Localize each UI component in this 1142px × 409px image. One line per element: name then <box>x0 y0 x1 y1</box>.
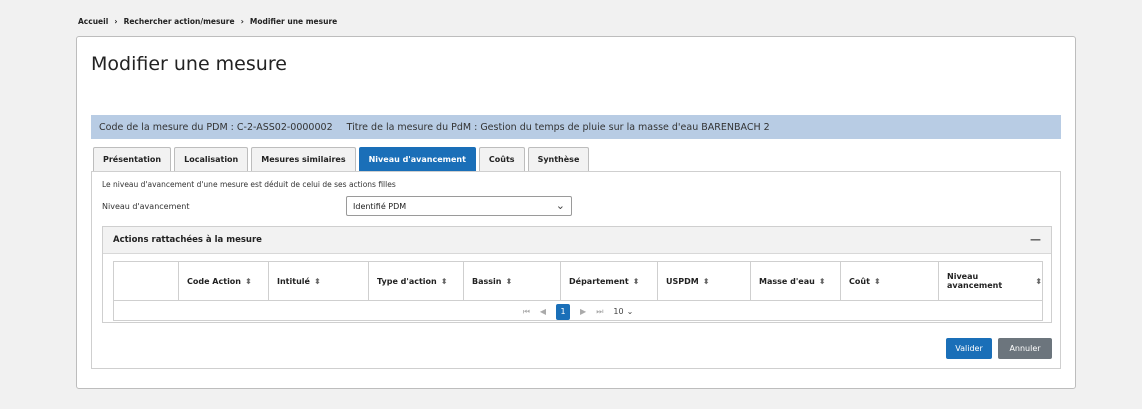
tab-niveau-avancement[interactable]: Niveau d'avancement <box>358 147 476 171</box>
chevron-down-icon: ⌄ <box>555 199 565 212</box>
tab-synthese[interactable]: Synthèse <box>527 147 590 171</box>
tab-panel: Le niveau d'avancement d'une mesure est … <box>91 171 1061 369</box>
sort-icon: ⬍ <box>505 276 513 286</box>
sort-icon: ⬍ <box>1035 276 1042 286</box>
page-button-current[interactable]: 1 <box>556 303 571 320</box>
info-note: Le niveau d'avancement d'une mesure est … <box>102 180 396 189</box>
sort-icon: ⬍ <box>873 276 881 286</box>
prev-page-icon[interactable]: ◀ <box>540 307 546 316</box>
sort-icon: ⬍ <box>313 276 321 286</box>
actions-section-title: Actions rattachées à la mesure <box>113 235 262 245</box>
sort-icon: ⬍ <box>818 276 826 286</box>
col-type-action[interactable]: Type d'action ⬍ <box>369 262 464 300</box>
annuler-button[interactable]: Annuler <box>998 338 1052 359</box>
collapse-icon[interactable]: — <box>1030 233 1041 246</box>
page-title: Modifier une mesure <box>91 53 287 75</box>
next-page-icon[interactable]: ▶ <box>580 307 586 316</box>
col-cout[interactable]: Coût ⬍ <box>841 262 939 300</box>
measure-title: Titre de la mesure du PdM : Gestion du t… <box>346 121 770 133</box>
tab-mesures-similaires[interactable]: Mesures similaires <box>251 147 356 171</box>
measure-code: Code de la mesure du PDM : C-2-ASS02-000… <box>99 121 333 133</box>
tab-bar: Présentation Localisation Mesures simila… <box>93 147 590 171</box>
breadcrumb: Accueil › Rechercher action/mesure › Mod… <box>78 17 337 26</box>
edit-measure-card: Modifier une mesure Code de la mesure du… <box>76 36 1076 389</box>
valider-button[interactable]: Valider <box>946 338 992 359</box>
sort-icon: ⬍ <box>702 276 710 286</box>
col-niveau-avancement[interactable]: Niveau avancement ⬍ <box>939 262 1042 300</box>
tab-presentation[interactable]: Présentation <box>93 147 172 171</box>
level-select[interactable]: Identifié PDM ⌄ <box>346 196 572 216</box>
actions-section: Actions rattachées à la mesure — Code Ac… <box>102 226 1052 323</box>
last-page-icon[interactable]: ⏭ <box>596 307 603 317</box>
col-uspdm[interactable]: USPDM ⬍ <box>658 262 751 300</box>
col-bassin[interactable]: Bassin ⬍ <box>464 262 561 300</box>
table-header-row: Code Action ⬍ Intitulé ⬍ Type d'action ⬍ Ba… <box>114 262 1042 301</box>
level-label: Niveau d'avancement <box>102 202 190 211</box>
breadcrumb-current: Modifier une mesure <box>249 17 338 26</box>
level-select-value: Identifié PDM <box>353 201 407 211</box>
chevron-right-icon: › <box>240 17 244 26</box>
col-code-action[interactable]: Code Action ⬍ <box>179 262 269 300</box>
col-select <box>114 262 179 300</box>
sort-icon: ⬍ <box>440 276 448 286</box>
col-intitule[interactable]: Intitulé ⬍ <box>269 262 369 300</box>
actions-table: Code Action ⬍ Intitulé ⬍ Type d'action ⬍ Ba… <box>113 261 1043 321</box>
measure-info-bar: Code de la mesure du PDM : C-2-ASS02-000… <box>91 115 1061 139</box>
breadcrumb-link-rechercher[interactable]: Rechercher action/mesure <box>124 17 235 26</box>
pagination: ⏮ ◀ 1 ▶ ⏭ 10 ⌄ <box>114 301 1042 322</box>
col-masse-eau[interactable]: Masse d'eau ⬍ <box>751 262 841 300</box>
col-departement[interactable]: Département ⬍ <box>561 262 658 300</box>
tab-localisation[interactable]: Localisation <box>174 147 249 171</box>
sort-icon: ⬍ <box>245 276 252 286</box>
tab-couts[interactable]: Coûts <box>478 147 525 171</box>
page-size-select[interactable]: 10 ⌄ <box>613 307 633 316</box>
actions-section-header: Actions rattachées à la mesure — <box>103 227 1051 254</box>
chevron-down-icon: ⌄ <box>626 307 634 316</box>
first-page-icon[interactable]: ⏮ <box>523 307 530 317</box>
chevron-right-icon: › <box>114 17 118 26</box>
breadcrumb-link-accueil[interactable]: Accueil <box>78 17 108 26</box>
sort-icon: ⬍ <box>632 276 640 286</box>
